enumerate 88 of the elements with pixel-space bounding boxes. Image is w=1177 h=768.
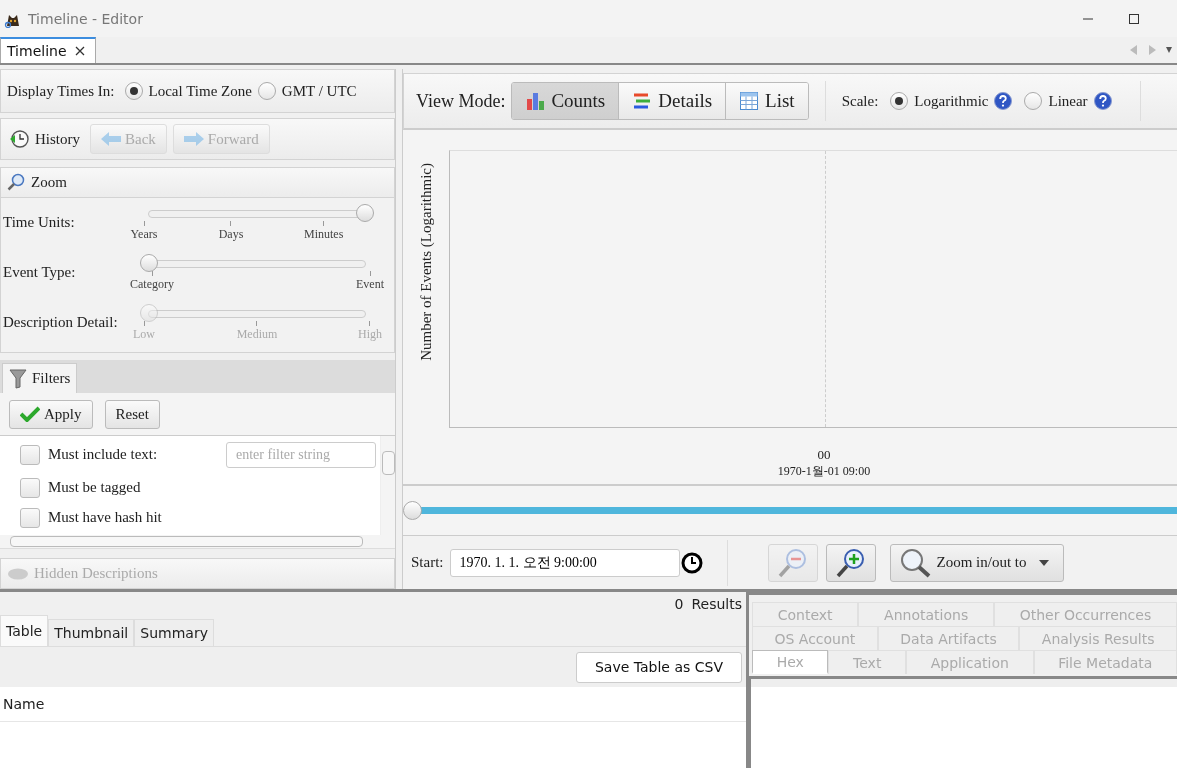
tick-label: Event (356, 276, 384, 292)
zoom-header[interactable]: Zoom (0, 167, 395, 198)
vertical-scrollbar[interactable] (380, 435, 395, 535)
help-icon[interactable] (994, 92, 1013, 110)
caret-icon (1038, 559, 1049, 566)
start-date-field[interactable]: 1970. 1. 1. 오전 9:00:00 (449, 548, 680, 577)
scale-label: Scale: (841, 92, 879, 110)
tick-label: Medium (236, 326, 278, 342)
window-title: Timeline - Editor (28, 10, 143, 27)
results-tab[interactable]: Thumbnail (48, 619, 135, 646)
clock-icon (9, 129, 29, 150)
tick-mark (143, 320, 145, 326)
scroll-right-icon[interactable] (1148, 45, 1156, 55)
apply-button[interactable]: Apply (9, 399, 93, 429)
zoom-out-icon (777, 547, 808, 578)
tick-mark (256, 320, 258, 326)
results-count: 0 (674, 596, 684, 612)
radio-label: Linear (1048, 92, 1088, 110)
left-arrow-icon (101, 132, 121, 147)
slider-label: Time Units: (3, 212, 75, 231)
range-handle[interactable] (403, 501, 422, 520)
slider-label: Description Detail: (3, 312, 118, 331)
tick-label: High (358, 326, 382, 342)
reset-button[interactable]: Reset (104, 399, 160, 429)
zoom-dropdown[interactable]: Zoom in/out to (889, 543, 1064, 582)
colored-lines-icon (632, 91, 653, 111)
close-icon[interactable] (74, 46, 85, 56)
axis-title: Number of Events (Logarithmic) (417, 163, 435, 361)
radio-button[interactable] (124, 82, 143, 101)
eye-icon (7, 567, 29, 580)
tick-mark (230, 220, 232, 226)
zoom-in-icon (835, 547, 866, 578)
radio-label: GMT / UTC (281, 82, 357, 100)
tick-label: Years (130, 226, 158, 242)
history-label: History (35, 130, 80, 148)
slider-thumb[interactable] (356, 203, 374, 222)
column-header[interactable]: Name (0, 687, 45, 721)
tick-label: Minutes (303, 226, 344, 242)
checkmark-icon (20, 406, 40, 422)
funnel-icon (9, 368, 27, 389)
checkbox-label: Must include text: (48, 446, 159, 464)
document-tab[interactable]: Timeline (0, 37, 96, 63)
axis-tick-label: 00 (817, 447, 831, 463)
view-mode-button[interactable]: Counts (512, 83, 620, 119)
view-mode-label: View Mode: (416, 90, 506, 112)
tick-mark (143, 220, 145, 226)
tick-label: Days (218, 226, 244, 242)
checkbox[interactable] (20, 477, 40, 498)
zoom-in-button[interactable] (825, 543, 876, 582)
filters-tab[interactable]: Filters (2, 363, 78, 394)
axis-date-label: 1970-1월-01 09:00 (777, 463, 871, 480)
tick-label: Category (130, 276, 174, 292)
filter-text-field[interactable]: enter filter string (226, 441, 376, 468)
clock-icon[interactable] (680, 551, 703, 574)
checkbox[interactable] (20, 444, 40, 465)
right-arrow-icon (183, 132, 204, 147)
zoom-label: Zoom (31, 173, 67, 191)
search-icon (7, 173, 25, 192)
checkbox-label: Must have hash hit (48, 509, 163, 527)
radio-label: Local Time Zone (148, 82, 252, 100)
view-mode-button[interactable]: List (726, 83, 808, 119)
display-times-label: Display Times In: (7, 82, 115, 100)
help-icon[interactable] (1093, 92, 1112, 110)
scroll-left-icon[interactable] (1130, 45, 1138, 55)
tick-mark (369, 320, 371, 326)
results-tab[interactable]: Summary (134, 619, 214, 646)
start-label: Start: (411, 554, 444, 571)
radio-button[interactable] (890, 92, 909, 110)
slider-label: Event Type: (3, 262, 76, 281)
checkbox[interactable] (20, 507, 40, 528)
tick-mark (151, 270, 153, 276)
radio-button[interactable] (1024, 92, 1043, 110)
tick-mark (323, 220, 325, 226)
view-mode-button[interactable]: Details (619, 83, 727, 119)
save-csv-button[interactable]: Save Table as CSV (575, 651, 742, 683)
table-icon (739, 91, 760, 111)
results-label: Results (691, 596, 742, 612)
magnifier-icon (898, 547, 931, 578)
slider-thumb[interactable] (140, 253, 158, 272)
radio-label: Logarithmic (914, 92, 989, 110)
maximize-icon (1128, 12, 1140, 25)
tick-mark (369, 270, 371, 276)
results-tab[interactable]: Table (0, 615, 49, 646)
radio-button[interactable] (257, 82, 276, 101)
dropdown-icon[interactable] (1166, 45, 1172, 55)
tick-label: Low (133, 326, 155, 342)
bar-chart-icon (525, 91, 546, 111)
checkbox-label: Must be tagged (48, 479, 142, 497)
